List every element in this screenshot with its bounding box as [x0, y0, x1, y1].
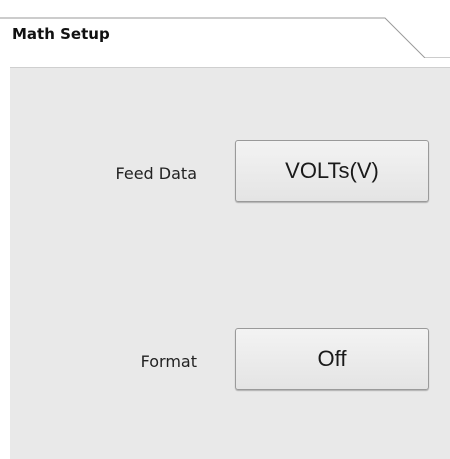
tab-strip: Math Setup: [0, 0, 450, 58]
feed-data-button[interactable]: VOLTs(V): [235, 140, 429, 202]
format-label: Format: [140, 352, 197, 371]
tab-math-setup[interactable]: Math Setup: [12, 25, 110, 43]
format-button[interactable]: Off: [235, 328, 429, 390]
feed-data-label: Feed Data: [115, 164, 197, 183]
settings-panel: Feed Data VOLTs(V) Format Off: [10, 67, 450, 459]
math-setup-screen: Math Setup Feed Data VOLTs(V) Format Off: [0, 0, 450, 459]
